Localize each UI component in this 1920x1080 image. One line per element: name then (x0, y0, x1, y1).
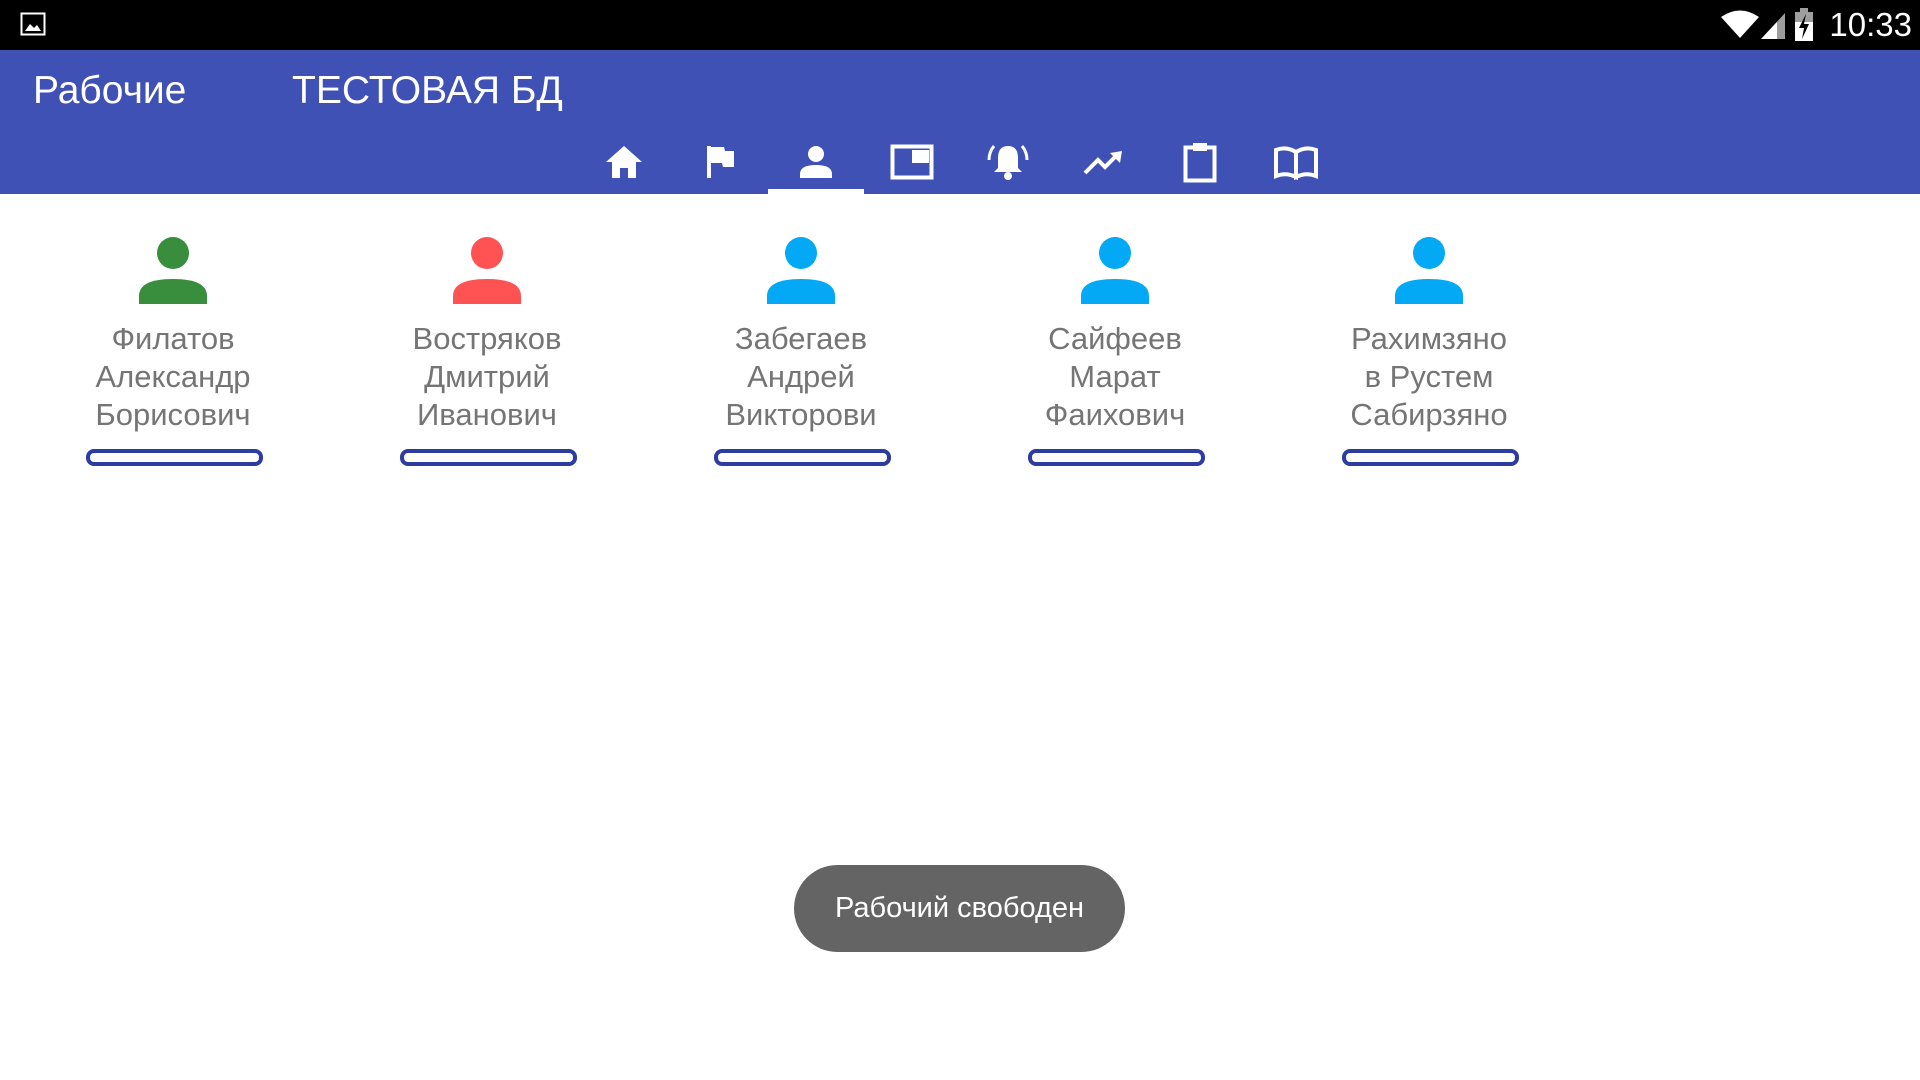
home-icon (606, 146, 642, 178)
worker-surname: Забегаев (734, 321, 868, 356)
worker-surname: Сайфеев (1048, 321, 1182, 356)
worker-patronymic: Фаихович (1044, 397, 1186, 432)
page-title: Рабочие (33, 69, 187, 112)
worker-avatar-icon (1395, 237, 1463, 304)
tab-reference[interactable] (1248, 130, 1344, 194)
worker-status-bar (86, 449, 263, 466)
worker-first-name: в Рустем (1364, 359, 1494, 394)
person-icon (800, 146, 832, 178)
worker-avatar-icon (1081, 237, 1149, 304)
worker-patronymic: Борисович (95, 397, 251, 432)
worker-first-name: Дмитрий (424, 359, 550, 394)
flag-icon (707, 146, 734, 178)
worker-patronymic: Иванович (417, 397, 557, 432)
worker-name: Забегаев Андрей Викторови (676, 320, 926, 434)
worker-patronymic: Сабирзяно (1350, 397, 1508, 432)
tab-flag[interactable] (672, 130, 768, 194)
status-bar: 10:33 (0, 0, 1920, 50)
worker-card[interactable]: Сайфеев Марат Фаихович (990, 236, 1240, 476)
worker-name: Рахимзяно в Рустем Сабирзяно (1304, 320, 1554, 434)
worker-avatar-icon (453, 237, 521, 304)
worker-avatar-icon (139, 237, 207, 304)
worker-name: Сайфеев Марат Фаихович (990, 320, 1240, 434)
window-icon (890, 144, 934, 180)
tab-alarms[interactable] (960, 130, 1056, 194)
trending-up-icon (1083, 151, 1122, 175)
cell-signal-icon (1761, 13, 1785, 39)
tab-statistics[interactable] (1056, 130, 1152, 194)
tab-tasks[interactable] (1152, 130, 1248, 194)
worker-patronymic: Викторови (725, 397, 877, 432)
wifi-icon (1721, 10, 1759, 38)
status-clock: 10:33 (1829, 6, 1912, 43)
worker-status-bar (400, 449, 577, 466)
worker-status-bar (1028, 449, 1205, 466)
tab-window[interactable] (864, 130, 960, 194)
battery-charging-icon (1795, 8, 1813, 41)
worker-card[interactable]: Рахимзяно в Рустем Сабирзяно (1304, 236, 1554, 476)
worker-surname: Востряков (412, 321, 562, 356)
worker-card[interactable]: Филатов Александр Борисович (48, 236, 298, 476)
worker-first-name: Александр (95, 359, 251, 394)
tab-home[interactable] (576, 130, 672, 194)
worker-surname: Филатов (111, 321, 235, 356)
worker-first-name: Андрей (747, 359, 855, 394)
app-bar: Рабочие ТЕСТОВАЯ БД (0, 50, 1920, 194)
clipboard-icon (1183, 143, 1217, 183)
alarm-bell-icon (987, 145, 1029, 180)
worker-status-bar (714, 449, 891, 466)
worker-status-bar (1342, 449, 1519, 466)
toast-message: Рабочий свободен (794, 865, 1125, 952)
database-name: ТЕСТОВАЯ БД (292, 69, 563, 112)
worker-avatar-icon (767, 237, 835, 304)
book-icon (1274, 146, 1318, 180)
image-notification-icon (20, 12, 46, 36)
worker-card[interactable]: Востряков Дмитрий Иванович (362, 236, 612, 476)
worker-first-name: Марат (1069, 359, 1161, 394)
worker-name: Филатов Александр Борисович (48, 320, 298, 434)
worker-card[interactable]: Забегаев Андрей Викторови (676, 236, 926, 476)
worker-name: Востряков Дмитрий Иванович (362, 320, 612, 434)
worker-surname: Рахимзяно (1350, 321, 1508, 356)
tab-workers[interactable] (768, 130, 864, 194)
